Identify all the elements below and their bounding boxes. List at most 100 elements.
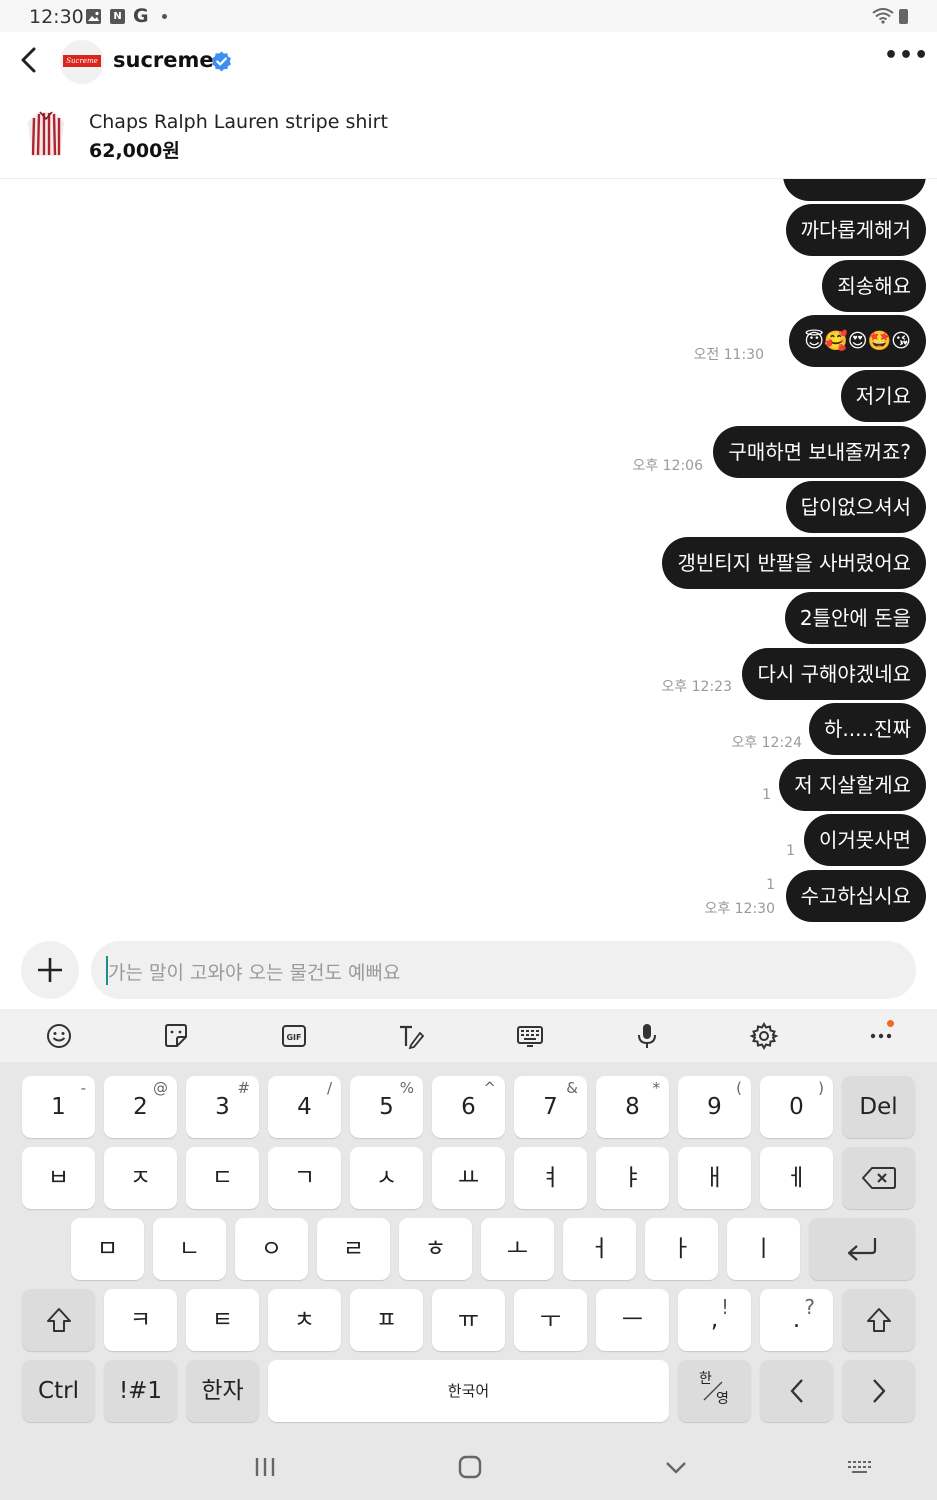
unread-count: 1: [762, 787, 771, 803]
key-nieun[interactable]: ㄴ: [153, 1218, 226, 1280]
key-label: 2: [133, 1094, 148, 1120]
key-5[interactable]: 5%: [350, 1076, 423, 1138]
key-bieup[interactable]: ㅂ: [22, 1147, 95, 1209]
message-bubble: 답이없으셔서: [785, 481, 926, 533]
key-3[interactable]: 3 #: [186, 1076, 259, 1138]
key-jieut[interactable]: ㅈ: [104, 1147, 177, 1209]
product-thumbnail: [26, 108, 66, 160]
key-2[interactable]: 2 @: [104, 1076, 177, 1138]
message-bubble: 까다롭게해거: [785, 204, 926, 256]
plus-icon: [38, 958, 62, 982]
period-key[interactable]: .?: [760, 1289, 833, 1351]
key-sublabel: *: [652, 1079, 661, 1097]
key-1[interactable]: 1-: [22, 1076, 95, 1138]
sticker-icon[interactable]: [161, 1021, 191, 1051]
message-bubble-clipped: [783, 179, 926, 201]
key-giyeok[interactable]: ㄱ: [268, 1147, 341, 1209]
gif-icon[interactable]: GIF: [279, 1021, 309, 1051]
product-title: Chaps Ralph Lauren stripe shirt: [89, 111, 388, 133]
keyboard-toolbar: GIF: [0, 1009, 937, 1062]
backspace-icon: [861, 1167, 896, 1189]
cursor-left-key[interactable]: [760, 1360, 833, 1422]
key-eu[interactable]: ㅡ: [596, 1289, 669, 1351]
handwriting-icon[interactable]: [396, 1021, 426, 1051]
key-yo[interactable]: ㅛ: [432, 1147, 505, 1209]
more-options-button[interactable]: •••: [884, 45, 928, 72]
mic-icon[interactable]: [632, 1021, 662, 1051]
key-kieuk[interactable]: ㅋ: [104, 1289, 177, 1351]
key-o[interactable]: ㅗ: [481, 1218, 554, 1280]
key-sublabel: @: [153, 1079, 168, 1097]
seller-avatar[interactable]: Sucreme: [60, 40, 104, 84]
product-card[interactable]: Chaps Ralph Lauren stripe shirt 62,000원: [0, 92, 937, 179]
key-siot[interactable]: ㅅ: [350, 1147, 423, 1209]
key-label: 8: [625, 1094, 640, 1120]
message-input[interactable]: 가는 말이 고와야 오는 물건도 예뻐요: [91, 941, 916, 999]
seller-name[interactable]: sucreme: [113, 48, 214, 72]
key-ya[interactable]: ㅑ: [596, 1147, 669, 1209]
message-bubble: 저 지살할게요: [779, 759, 926, 811]
message-bubble: 수고하십시요: [785, 870, 926, 922]
wifi-icon: [872, 8, 894, 28]
ctrl-key[interactable]: Ctrl: [22, 1360, 95, 1422]
key-ae[interactable]: ㅐ: [678, 1147, 751, 1209]
key-sublabel: /: [326, 1079, 332, 1097]
shift-icon: [46, 1308, 71, 1332]
message-bubble: 죄송해요: [822, 260, 926, 312]
keyboard: 1- 2 @ 3 # 4/ 5% 6 ^ 7 & 8 * 9( 0) Del ㅂ ㅈ ㄷ …: [0, 1062, 937, 1437]
emoji-icon[interactable]: [44, 1021, 74, 1051]
hide-keyboard-icon[interactable]: [663, 1454, 689, 1484]
hanja-key[interactable]: 한자: [186, 1360, 259, 1422]
key-ieung[interactable]: ㅇ: [235, 1218, 308, 1280]
key-6[interactable]: 6 ^: [432, 1076, 505, 1138]
keyboard-switch-icon[interactable]: [847, 1454, 873, 1484]
key-digeut[interactable]: ㄷ: [186, 1147, 259, 1209]
key-chieut[interactable]: ㅊ: [268, 1289, 341, 1351]
message-list[interactable]: 까다롭게해거 죄송해요 오전 11:30 😇🥰😍🤩😘 저기요 오후 12:06 …: [0, 179, 937, 931]
key-sublabel: ^: [483, 1079, 496, 1097]
key-label: 7: [543, 1094, 558, 1120]
key-mieum[interactable]: ㅁ: [71, 1218, 144, 1280]
key-pieup[interactable]: ㅍ: [350, 1289, 423, 1351]
key-8[interactable]: 8 *: [596, 1076, 669, 1138]
more-notifications-dot: [162, 14, 167, 19]
attach-plus-button[interactable]: [21, 941, 79, 999]
space-bar[interactable]: 한국어: [268, 1360, 669, 1422]
settings-icon[interactable]: [749, 1021, 779, 1051]
shift-key-left[interactable]: [22, 1289, 95, 1351]
key-i[interactable]: ㅣ: [727, 1218, 800, 1280]
gallery-notification-icon: [86, 9, 101, 24]
key-rieul[interactable]: ㄹ: [317, 1218, 390, 1280]
keyboard-layout-icon[interactable]: [515, 1021, 545, 1051]
key-sublabel: -: [80, 1079, 86, 1097]
delete-key[interactable]: Del: [842, 1076, 915, 1138]
enter-key[interactable]: [809, 1218, 915, 1280]
key-e[interactable]: ㅔ: [760, 1147, 833, 1209]
key-hieut[interactable]: ㅎ: [399, 1218, 472, 1280]
key-u[interactable]: ㅜ: [514, 1289, 587, 1351]
key-4[interactable]: 4/: [268, 1076, 341, 1138]
recent-apps-icon[interactable]: [252, 1454, 278, 1484]
key-7[interactable]: 7 &: [514, 1076, 587, 1138]
cursor-right-key[interactable]: [842, 1360, 915, 1422]
key-yeo[interactable]: ㅕ: [514, 1147, 587, 1209]
comma-key[interactable]: ,!: [678, 1289, 751, 1351]
key-yu[interactable]: ㅠ: [432, 1289, 505, 1351]
key-9[interactable]: 9(: [678, 1076, 751, 1138]
battery-icon: [899, 9, 908, 24]
key-0[interactable]: 0): [760, 1076, 833, 1138]
backspace-key[interactable]: [842, 1147, 915, 1209]
key-a[interactable]: ㅏ: [645, 1218, 718, 1280]
home-icon[interactable]: [457, 1454, 483, 1484]
message-bubble-emoji: 😇🥰😍🤩😘: [789, 315, 926, 367]
message-bubble: 갱빈티지 반팔을 사버렸어요: [662, 537, 926, 589]
back-button[interactable]: [14, 44, 46, 76]
key-sublabel: %: [399, 1079, 414, 1097]
shift-key-right[interactable]: [842, 1289, 915, 1351]
symbols-key[interactable]: !#1: [104, 1360, 177, 1422]
key-eo[interactable]: ㅓ: [563, 1218, 636, 1280]
key-tieut[interactable]: ㅌ: [186, 1289, 259, 1351]
key-label: .: [792, 1307, 801, 1333]
language-toggle-key[interactable]: 한 영: [678, 1360, 751, 1422]
key-label: 6: [461, 1094, 476, 1120]
